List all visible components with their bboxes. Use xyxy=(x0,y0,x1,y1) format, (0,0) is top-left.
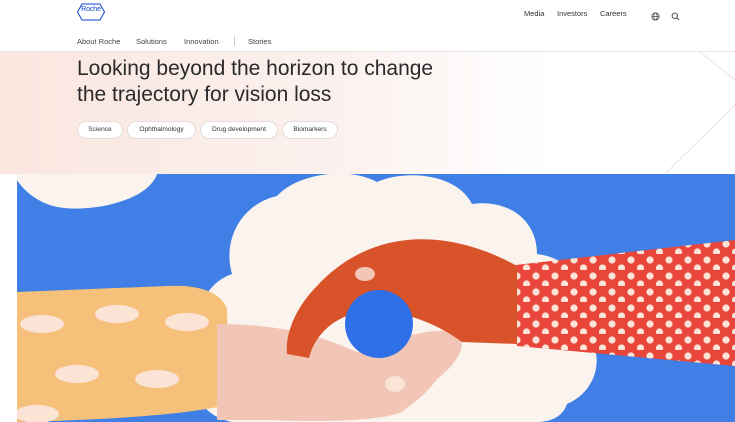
subnav-stories[interactable]: Stories xyxy=(248,37,271,46)
logo-text: Roche xyxy=(81,6,101,13)
subnav-solutions[interactable]: Solutions xyxy=(136,37,167,46)
tag-drug-development[interactable]: Drug development xyxy=(200,121,278,139)
page-title-line-1: Looking beyond the horizon to change xyxy=(77,57,434,80)
page-title: Looking beyond the horizon to change the… xyxy=(77,56,497,108)
tag-biomarkers[interactable]: Biomarkers xyxy=(282,121,338,139)
upper-hand-nail xyxy=(355,267,375,281)
lower-hand-nail xyxy=(385,376,405,392)
eye-pupil xyxy=(345,290,413,358)
nav-link-media[interactable]: Media xyxy=(524,9,544,18)
globe-icon[interactable] xyxy=(651,8,661,21)
top-bar: Roche Media Investors Careers xyxy=(0,0,735,30)
tag-ophthalmology[interactable]: Ophthalmology xyxy=(127,121,196,139)
page-title-line-2: the trajectory for vision loss xyxy=(77,83,332,106)
subnav-innovation[interactable]: Innovation xyxy=(184,37,219,46)
nav-link-careers[interactable]: Careers xyxy=(600,9,627,18)
search-icon[interactable] xyxy=(671,8,681,21)
subnav-about-roche[interactable]: About Roche xyxy=(77,37,120,46)
hero-illustration xyxy=(17,174,735,422)
roche-logo[interactable]: Roche xyxy=(77,3,105,21)
nav-link-investors[interactable]: Investors xyxy=(557,9,587,18)
tag-science[interactable]: Science xyxy=(77,121,123,139)
sub-navigation: About Roche Solutions Innovation Stories xyxy=(0,30,735,52)
subnav-divider xyxy=(234,36,235,46)
